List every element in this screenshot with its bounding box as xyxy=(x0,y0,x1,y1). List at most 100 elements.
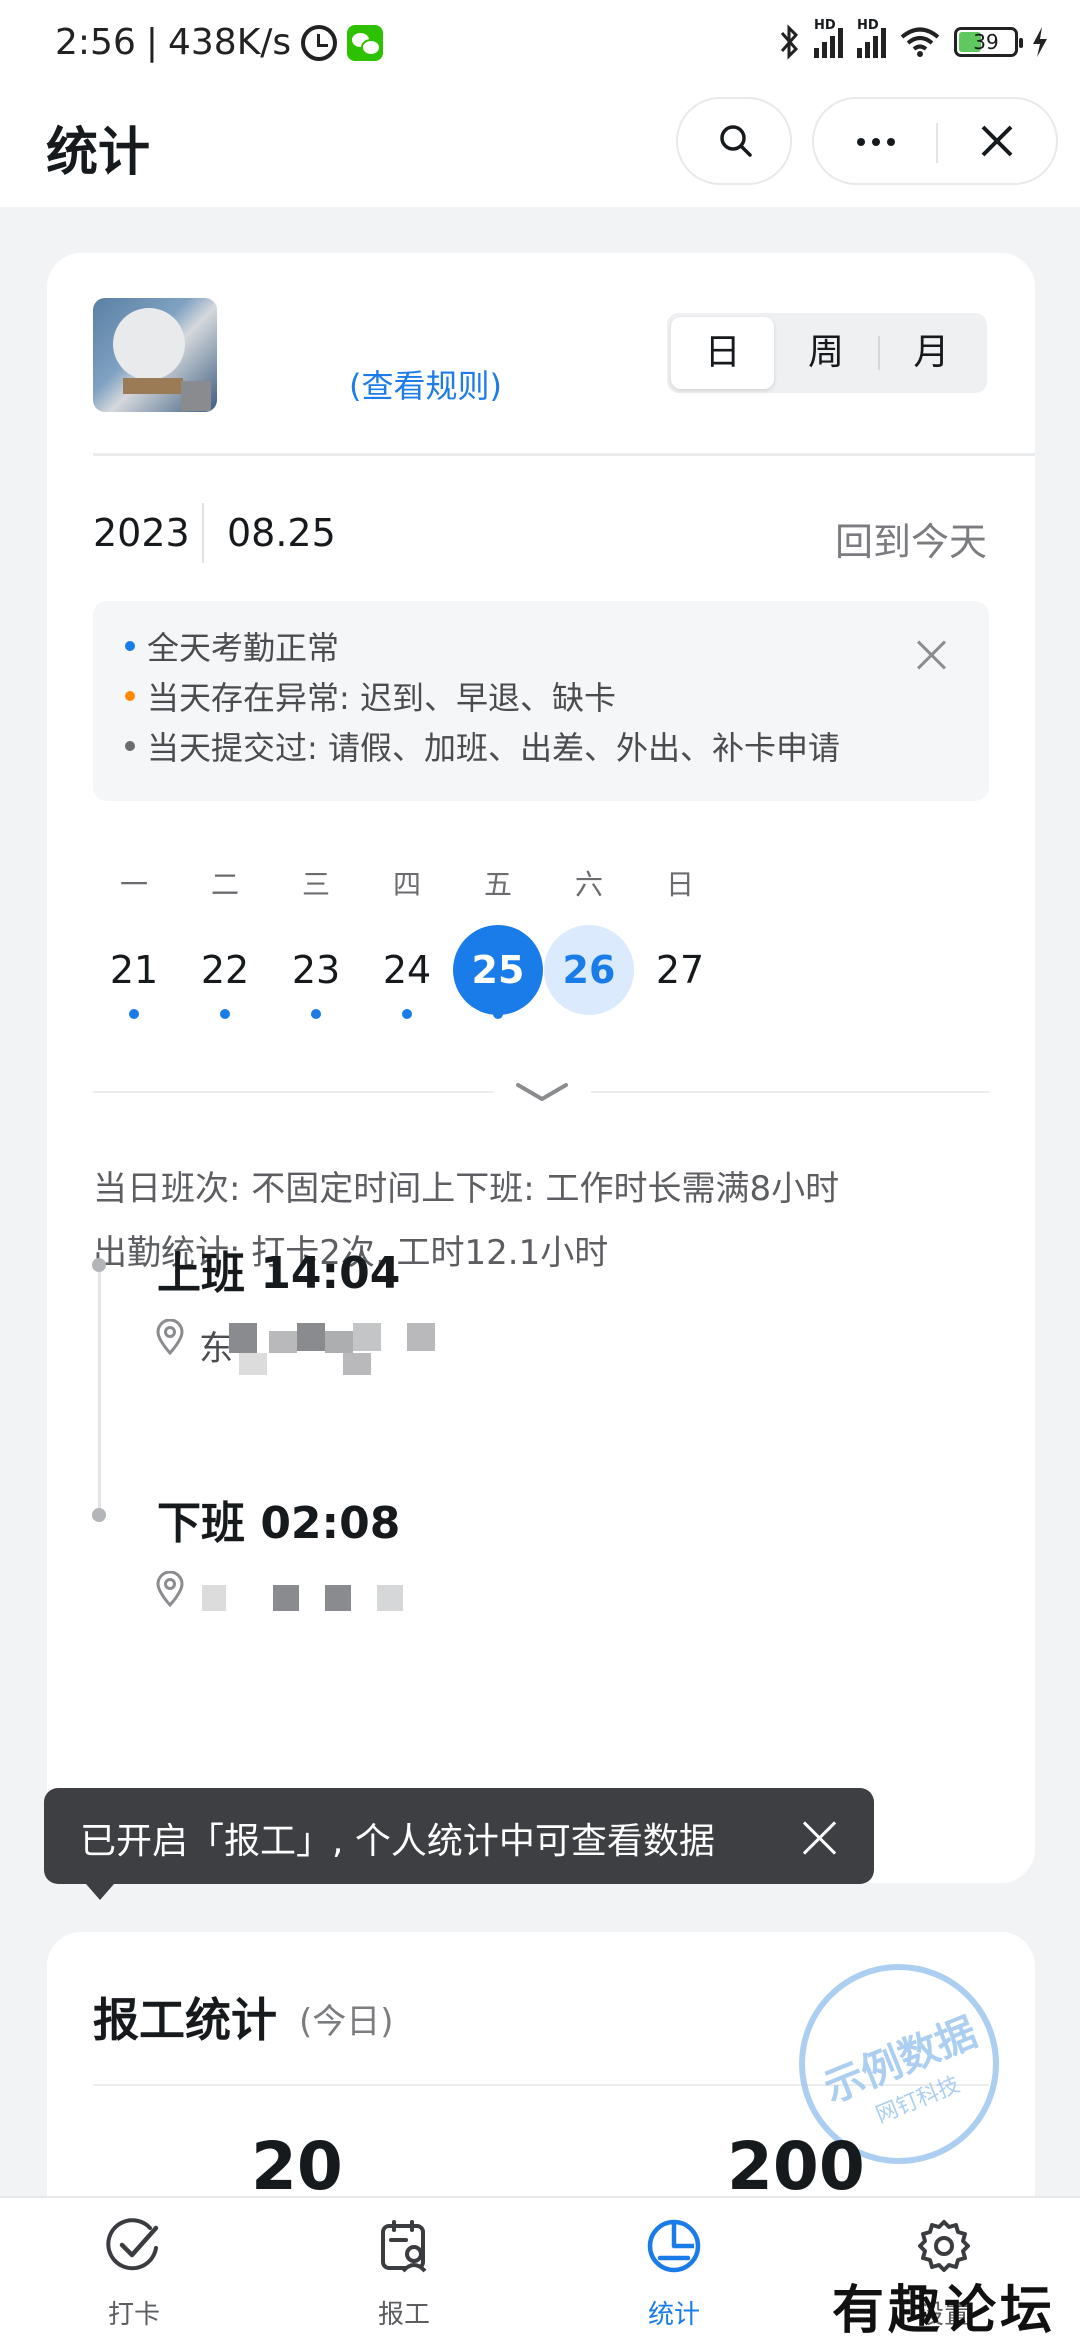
legend-text: 当天提交过: 请假、加班、出差、外出、补卡申请 xyxy=(147,729,840,767)
weekday-label: 四 xyxy=(392,868,421,901)
search-button[interactable] xyxy=(676,97,792,185)
gear-icon xyxy=(918,2220,970,2272)
toggle-day[interactable]: 日 xyxy=(671,317,775,389)
legend-text: 当天存在异常: 迟到、早退、缺卡 xyxy=(147,679,616,717)
day-item[interactable]: 四 24 xyxy=(362,863,452,1019)
network-speed: 438K/s xyxy=(167,22,292,63)
status-bar: 2:56 | 438K/s HD HD 39 xyxy=(0,0,1080,92)
timeline-rail xyxy=(98,1265,101,1520)
toast-close-icon[interactable] xyxy=(800,1818,838,1856)
redacted-location xyxy=(269,1331,297,1353)
toggle-month[interactable]: 月 xyxy=(880,317,983,389)
toggle-week[interactable]: 周 xyxy=(774,317,877,389)
stats-icon xyxy=(647,2219,701,2273)
timeline-node xyxy=(92,1508,106,1522)
toast-pointer xyxy=(86,1884,114,1900)
day-item[interactable]: 日 27 xyxy=(635,863,725,1015)
divider xyxy=(93,453,1035,456)
tab-clock-in[interactable]: 打卡 xyxy=(44,2198,224,2340)
day-number: 27 xyxy=(655,948,705,992)
day-number: 26 xyxy=(544,925,634,1015)
day-item[interactable]: 一 21 xyxy=(89,863,179,1019)
redacted-location xyxy=(297,1323,325,1351)
clock-in-location: 东 xyxy=(199,1329,233,1369)
day-item[interactable]: 二 22 xyxy=(180,863,270,1019)
legend-item: 全天考勤正常 xyxy=(125,623,339,669)
redacted-location xyxy=(407,1323,435,1351)
legend-item: 当天存在异常: 迟到、早退、缺卡 xyxy=(125,673,616,719)
weekday-label: 五 xyxy=(483,868,512,901)
battery-icon: 39 xyxy=(954,27,1023,57)
status-left: 2:56 | 438K/s xyxy=(55,22,384,63)
day-number: 24 xyxy=(382,948,432,992)
close-button[interactable] xyxy=(938,99,1056,183)
attendance-card: (查看规则) 日 周 月 2023 08.25 回到今天 全天考勤正常 当天存在… xyxy=(47,253,1035,1883)
more-button[interactable] xyxy=(814,99,936,183)
tab-stats[interactable]: 统计 xyxy=(584,2198,764,2340)
redacted-location xyxy=(353,1323,381,1351)
charging-icon xyxy=(1033,27,1047,57)
signal-hd-icon: HD xyxy=(857,18,886,58)
redacted-location xyxy=(273,1585,299,1611)
view-toggle: 日 周 月 xyxy=(667,313,987,393)
tab-label: 统计 xyxy=(647,2300,700,2330)
redacted-location xyxy=(377,1585,403,1611)
stat-value: 200 xyxy=(727,2128,865,2205)
wifi-icon xyxy=(900,27,940,57)
clock-out-label: 下班 02:08 xyxy=(157,1498,401,1549)
miniapp-capsule xyxy=(812,97,1058,185)
search-icon xyxy=(720,125,752,157)
redacted-location xyxy=(325,1585,351,1611)
day-item[interactable]: 三 23 xyxy=(271,863,361,1019)
battery-level: 39 xyxy=(973,30,999,54)
day-number: 22 xyxy=(200,948,250,992)
date-year[interactable]: 2023 xyxy=(93,511,190,555)
bluetooth-icon xyxy=(780,24,799,60)
tab-label: 报工 xyxy=(377,2300,430,2330)
redacted-location xyxy=(229,1323,257,1353)
day-number: 25 xyxy=(453,925,543,1015)
location-pin-icon xyxy=(156,1319,184,1355)
page-title: 统计 xyxy=(46,123,151,183)
legend-close-icon[interactable] xyxy=(913,636,949,672)
weekday-label: 一 xyxy=(119,868,148,901)
date-divider xyxy=(202,503,204,563)
clock-in-label: 上班 14:04 xyxy=(157,1248,401,1299)
redacted-location xyxy=(343,1353,371,1375)
timeline-node xyxy=(92,1258,106,1272)
redacted-name xyxy=(181,381,211,411)
legend-text: 全天考勤正常 xyxy=(147,629,340,667)
rules-link[interactable]: (查看规则) xyxy=(349,361,502,407)
weekday-label: 二 xyxy=(210,868,239,901)
chevron-down-icon[interactable] xyxy=(515,1081,569,1105)
alarm-icon xyxy=(301,24,338,61)
day-item-today[interactable]: 六 26 xyxy=(544,863,634,1015)
report-stats-subtitle: (今日) xyxy=(299,2002,394,2042)
legend-dot xyxy=(125,741,135,751)
date-month-day[interactable]: 08.25 xyxy=(227,511,336,555)
toast-notification: 已开启「报工」, 个人统计中可查看数据 xyxy=(44,1788,874,1900)
legend-box: 全天考勤正常 当天存在异常: 迟到、早退、缺卡 当天提交过: 请假、加班、出差、… xyxy=(93,601,989,801)
status-separator: | xyxy=(145,22,158,63)
location-pin-icon xyxy=(156,1571,184,1607)
back-to-today-button[interactable]: 回到今天 xyxy=(835,511,987,566)
redacted-location xyxy=(325,1331,353,1353)
redacted-location xyxy=(239,1353,267,1375)
close-icon xyxy=(981,125,1013,157)
status-right: HD HD 39 xyxy=(778,18,1048,60)
day-item-selected[interactable]: 五 25 xyxy=(453,863,543,1019)
tab-label: 打卡 xyxy=(107,2300,160,2330)
report-stats-title: 报工统计 xyxy=(93,1993,277,2047)
tab-report[interactable]: 报工 xyxy=(314,2198,494,2340)
redacted-location xyxy=(202,1585,226,1611)
legend-dot xyxy=(125,691,135,701)
signal-hd-icon: HD xyxy=(814,18,843,58)
day-number: 23 xyxy=(291,948,341,992)
status-time: 2:56 xyxy=(55,22,136,63)
weekday-label: 日 xyxy=(665,868,694,901)
day-number: 21 xyxy=(109,948,159,992)
stat-value: 20 xyxy=(251,2128,343,2205)
forum-watermark: 有趣论坛 xyxy=(832,2280,1057,2340)
shift-schedule: 当日班次: 不固定时间上下班: 工作时长需满8小时 xyxy=(93,1169,840,1209)
report-icon xyxy=(381,2220,427,2273)
